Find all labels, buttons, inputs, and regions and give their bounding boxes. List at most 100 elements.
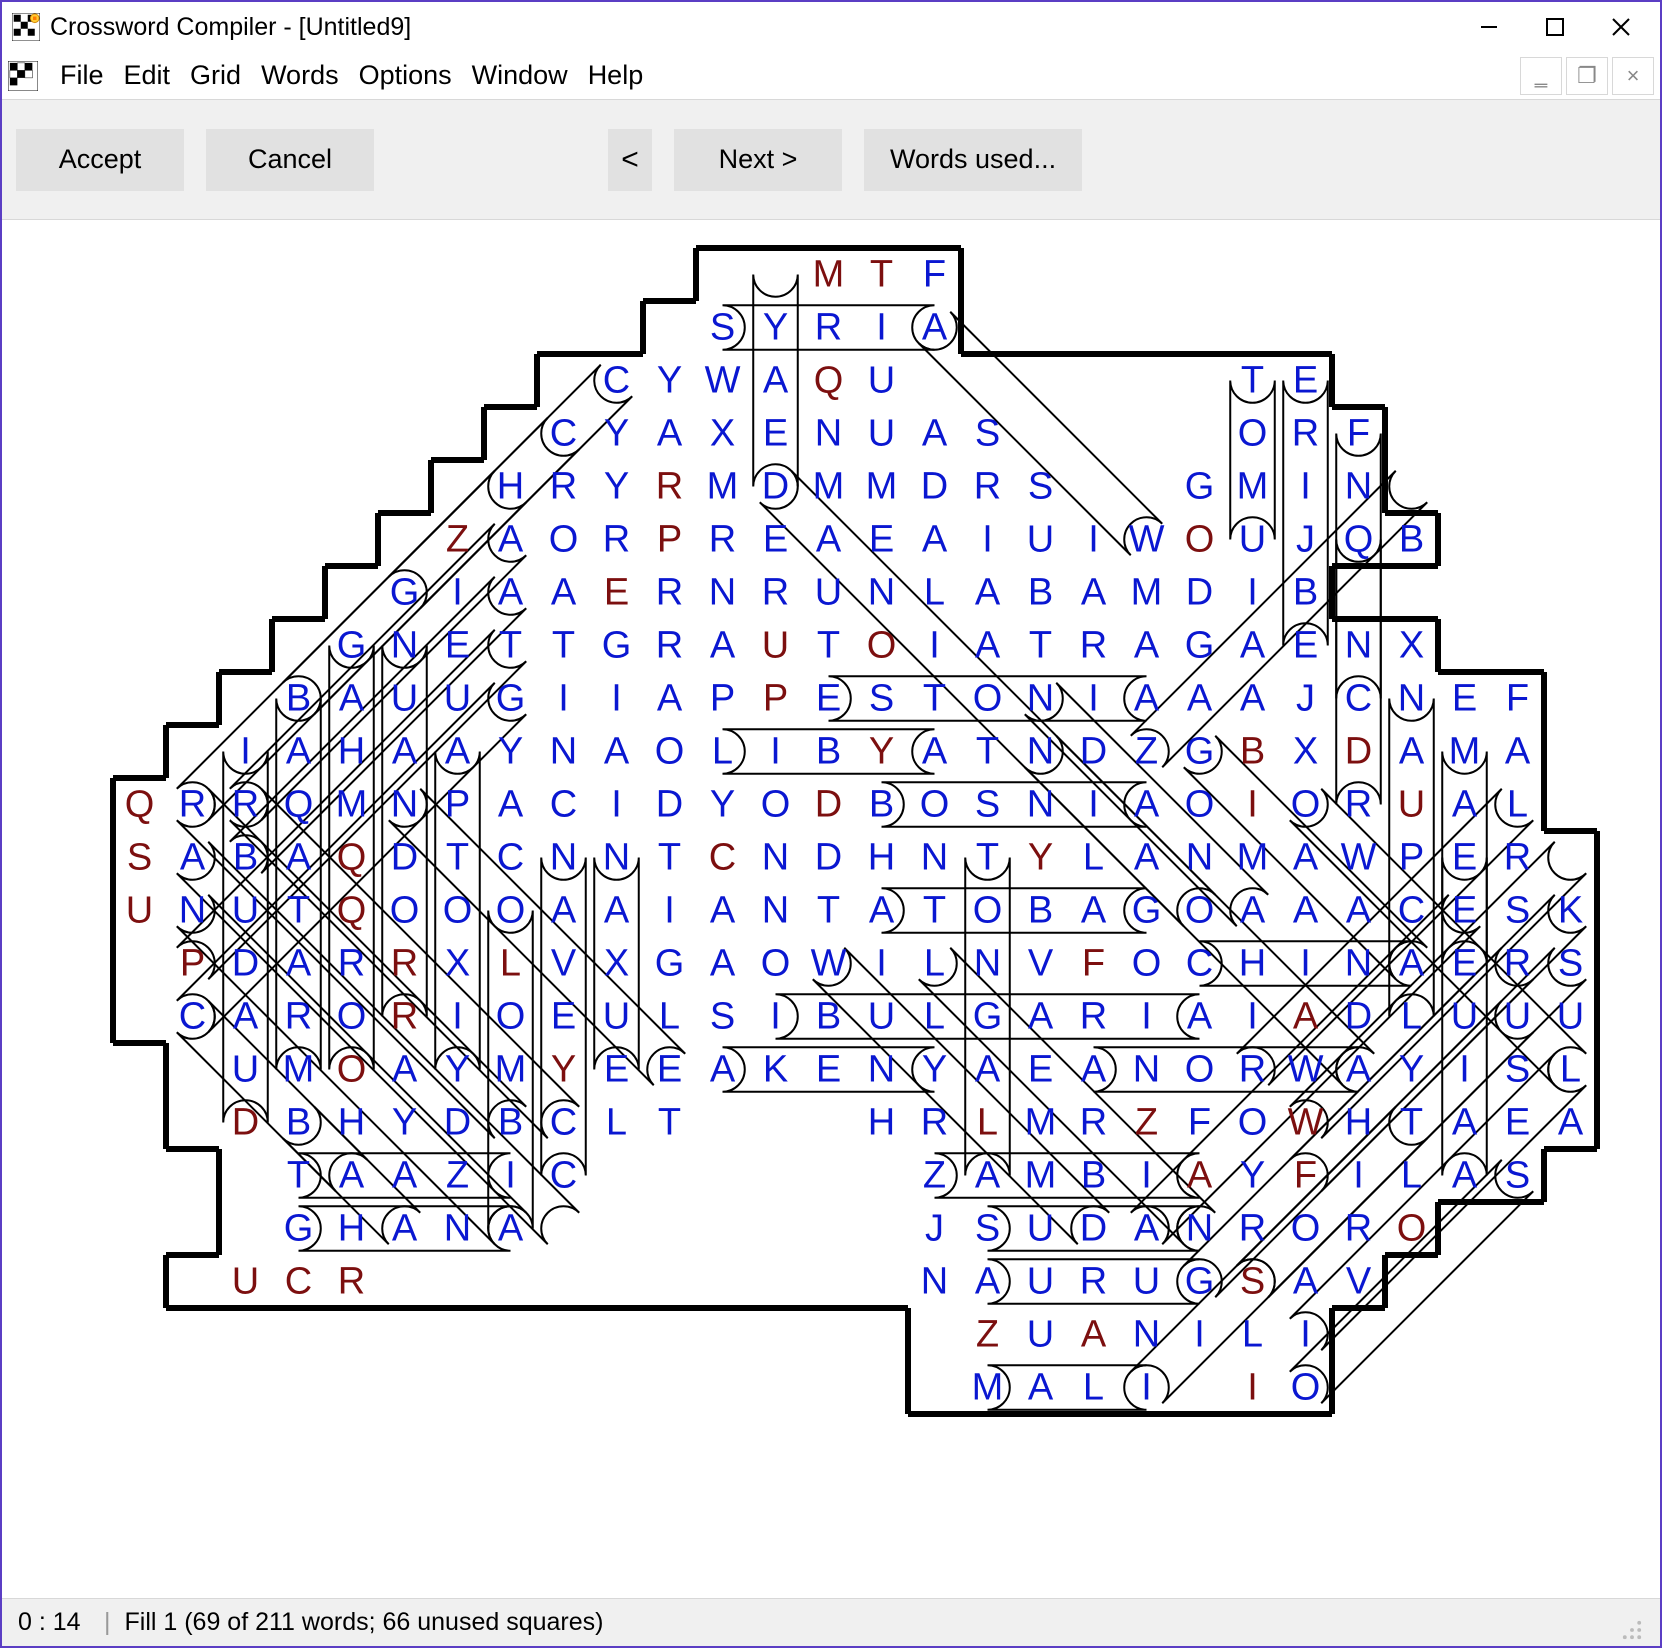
mdi-restore-icon: ❐ [1577,63,1597,89]
grid-cell: A [1081,890,1107,932]
grid-cell: I [1141,1367,1152,1409]
grid-cell: F [1506,678,1529,720]
menu-grid[interactable]: Grid [180,56,251,95]
grid-cell: R [391,943,418,985]
menu-options[interactable]: Options [349,56,462,95]
grid-cell: W [705,360,741,402]
grid-cell: A [1558,1102,1584,1144]
grid-cell: E [763,519,788,561]
grid-cell: U [1027,519,1054,561]
grid-cell: Y [551,1049,576,1091]
mdi-close-button[interactable]: × [1612,57,1654,95]
grid-cell: I [1088,678,1099,720]
grid-canvas[interactable]: MTFSYRIACYWAQUTECYAXENUASORFHRYRMDMMDRSG… [2,220,1660,1598]
grid-cell: B [816,996,841,1038]
grid-cell: A [498,519,524,561]
grid-cell: E [1452,943,1477,985]
grid-cell: A [975,1155,1001,1197]
menubar: File Edit Grid Words Options Window Help… [2,52,1660,100]
grid-cell: U [1557,996,1584,1038]
grid-cell: A [286,731,312,773]
grid-cell: Y [604,413,629,455]
accept-button[interactable]: Accept [16,129,184,191]
grid-cell: U [868,413,895,455]
grid-cell: A [975,572,1001,614]
words-used-button[interactable]: Words used... [864,129,1082,191]
grid-cell: E [551,996,576,1038]
grid-cell: E [604,572,629,614]
grid-cell: O [761,943,791,985]
mdi-restore-button[interactable]: ❐ [1566,57,1608,95]
grid-cell: N [1133,1049,1160,1091]
menu-words[interactable]: Words [251,56,349,95]
grid-cell: E [1293,360,1318,402]
grid-cell: N [1398,678,1425,720]
grid-cell: N [815,413,842,455]
grid-cell: N [1027,678,1054,720]
grid-cell: S [1505,1155,1530,1197]
grid-cell: N [1186,1208,1213,1250]
grid-cell: I [558,678,569,720]
grid-cell: R [338,1261,365,1303]
grid-cell: R [656,466,683,508]
grid-cell: F [1347,413,1370,455]
grid-cell: A [1240,625,1266,667]
app-icon [12,13,40,41]
grid-cell: M [336,784,368,826]
grid-cell: R [1292,413,1319,455]
grid-cell: A [710,943,736,985]
grid-cell: O [1185,519,1215,561]
grid-cell: N [1345,943,1372,985]
grid-cell: I [1141,1155,1152,1197]
grid-cell: M [1025,1155,1057,1197]
grid-cell: A [1346,1049,1372,1091]
grid-cell: Y [498,731,523,773]
resize-grip-icon[interactable] [1620,1618,1644,1642]
grid-cell: J [1296,519,1315,561]
grid-cell: L [1242,1314,1263,1356]
grid-cell: I [611,784,622,826]
status-fill-text: Fill 1 (69 of 211 words; 66 unused squar… [125,1608,604,1637]
mdi-minimize-button[interactable]: ‗ [1520,57,1562,95]
grid-cell: B [498,1102,523,1144]
grid-cell: H [868,837,895,879]
maximize-button[interactable] [1522,5,1588,49]
grid-cell: A [975,625,1001,667]
grid-cell: O [1291,1208,1321,1250]
grid-cell: R [1345,784,1372,826]
grid-cell: N [1186,837,1213,879]
menu-help[interactable]: Help [578,56,654,95]
mdi-minimize-icon: ‗ [1535,63,1547,89]
grid-cell: Y [445,1049,470,1091]
grid-cell: M [1131,572,1163,614]
menu-window[interactable]: Window [462,56,578,95]
grid-cell: A [551,890,577,932]
cancel-button[interactable]: Cancel [206,129,374,191]
close-button[interactable] [1588,5,1654,49]
grid-cell: M [1449,731,1481,773]
grid-cell: I [505,1155,516,1197]
grid-cell: Y [1028,837,1053,879]
grid-cell: A [498,1208,524,1250]
grid-cell: M [1237,837,1269,879]
grid-cell: U [126,890,153,932]
grid-cell: R [603,519,630,561]
minimize-button[interactable] [1456,5,1522,49]
grid-cell: A [392,1049,418,1091]
grid-cell: A [922,519,948,561]
grid-cell: R [232,784,259,826]
grid-cell: R [179,784,206,826]
grid-cell: N [1027,784,1054,826]
grid-cell: X [710,413,735,455]
grid-cell: A [286,837,312,879]
grid-cell: O [1185,890,1215,932]
grid-cell: G [284,1208,314,1250]
menu-edit[interactable]: Edit [114,56,181,95]
grid-cell: C [550,784,577,826]
menu-file[interactable]: File [50,56,114,95]
status-separator: | [104,1608,111,1637]
grid-cell: S [710,307,735,349]
next-button[interactable]: Next > [674,129,842,191]
grid-cell: Q [125,784,155,826]
prev-button[interactable]: < [608,129,652,191]
